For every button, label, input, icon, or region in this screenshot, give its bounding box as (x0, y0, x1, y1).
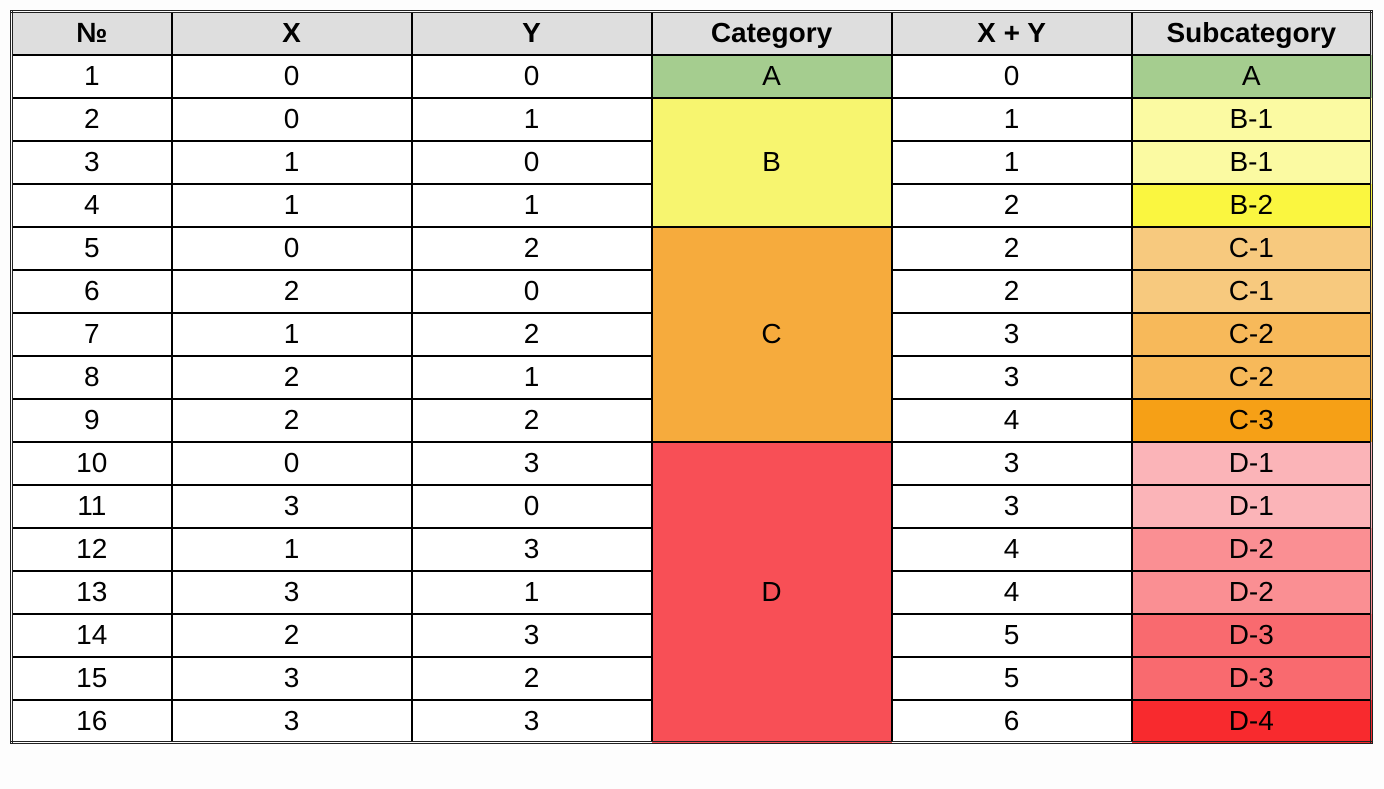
cell-num: 1 (12, 55, 172, 98)
col-x: X (172, 12, 412, 55)
table-header-row: № X Y Category X + Y Subcategory (12, 12, 1372, 55)
cell-subcategory: B-1 (1132, 141, 1372, 184)
table-row: 201B1B-1 (12, 98, 1372, 141)
cell-category: D (652, 442, 892, 743)
cell-x: 1 (172, 528, 412, 571)
cell-sum: 5 (892, 657, 1132, 700)
cell-num: 5 (12, 227, 172, 270)
cell-category: C (652, 227, 892, 442)
cell-sum: 1 (892, 98, 1132, 141)
table-row: 100A0A (12, 55, 1372, 98)
cell-sum: 3 (892, 313, 1132, 356)
cell-y: 1 (412, 184, 652, 227)
category-table: № X Y Category X + Y Subcategory 100A0A2… (10, 10, 1373, 744)
cell-x: 3 (172, 700, 412, 743)
cell-num: 14 (12, 614, 172, 657)
cell-y: 0 (412, 55, 652, 98)
table-row: 1003D3D-1 (12, 442, 1372, 485)
cell-y: 3 (412, 700, 652, 743)
cell-subcategory: D-3 (1132, 657, 1372, 700)
cell-y: 0 (412, 485, 652, 528)
cell-sum: 4 (892, 399, 1132, 442)
cell-num: 11 (12, 485, 172, 528)
cell-x: 0 (172, 98, 412, 141)
cell-subcategory: B-1 (1132, 98, 1372, 141)
cell-x: 3 (172, 657, 412, 700)
cell-subcategory: D-3 (1132, 614, 1372, 657)
cell-subcategory: D-1 (1132, 485, 1372, 528)
cell-num: 16 (12, 700, 172, 743)
cell-num: 6 (12, 270, 172, 313)
cell-x: 3 (172, 571, 412, 614)
cell-y: 1 (412, 98, 652, 141)
cell-num: 9 (12, 399, 172, 442)
cell-y: 0 (412, 270, 652, 313)
cell-x: 3 (172, 485, 412, 528)
cell-x: 0 (172, 55, 412, 98)
cell-x: 1 (172, 141, 412, 184)
col-num: № (12, 12, 172, 55)
cell-subcategory: C-2 (1132, 356, 1372, 399)
col-y: Y (412, 12, 652, 55)
cell-sum: 3 (892, 485, 1132, 528)
cell-subcategory: D-2 (1132, 528, 1372, 571)
cell-category: B (652, 98, 892, 227)
cell-y: 0 (412, 141, 652, 184)
table-body: 100A0A201B1B-13101B-14112B-2502C2C-16202… (12, 55, 1372, 743)
cell-subcategory: C-3 (1132, 399, 1372, 442)
cell-sum: 4 (892, 528, 1132, 571)
cell-sum: 4 (892, 571, 1132, 614)
col-sum: X + Y (892, 12, 1132, 55)
cell-sum: 3 (892, 356, 1132, 399)
cell-x: 0 (172, 227, 412, 270)
cell-x: 1 (172, 313, 412, 356)
cell-sum: 2 (892, 270, 1132, 313)
col-category: Category (652, 12, 892, 55)
cell-y: 2 (412, 313, 652, 356)
cell-y: 3 (412, 528, 652, 571)
cell-sum: 2 (892, 227, 1132, 270)
cell-y: 3 (412, 442, 652, 485)
cell-subcategory: D-1 (1132, 442, 1372, 485)
cell-num: 3 (12, 141, 172, 184)
cell-num: 13 (12, 571, 172, 614)
cell-y: 2 (412, 399, 652, 442)
table-row: 502C2C-1 (12, 227, 1372, 270)
cell-num: 2 (12, 98, 172, 141)
col-subcategory: Subcategory (1132, 12, 1372, 55)
cell-sum: 1 (892, 141, 1132, 184)
cell-num: 8 (12, 356, 172, 399)
cell-y: 2 (412, 227, 652, 270)
cell-num: 7 (12, 313, 172, 356)
cell-subcategory: D-4 (1132, 700, 1372, 743)
cell-x: 2 (172, 399, 412, 442)
cell-y: 1 (412, 571, 652, 614)
cell-subcategory: C-1 (1132, 227, 1372, 270)
cell-x: 0 (172, 442, 412, 485)
cell-sum: 3 (892, 442, 1132, 485)
cell-x: 2 (172, 614, 412, 657)
cell-num: 10 (12, 442, 172, 485)
cell-subcategory: D-2 (1132, 571, 1372, 614)
cell-x: 2 (172, 270, 412, 313)
cell-x: 1 (172, 184, 412, 227)
cell-x: 2 (172, 356, 412, 399)
cell-category: A (652, 55, 892, 98)
cell-sum: 0 (892, 55, 1132, 98)
cell-subcategory: A (1132, 55, 1372, 98)
cell-subcategory: C-1 (1132, 270, 1372, 313)
cell-sum: 5 (892, 614, 1132, 657)
cell-num: 15 (12, 657, 172, 700)
cell-num: 4 (12, 184, 172, 227)
cell-subcategory: B-2 (1132, 184, 1372, 227)
cell-y: 1 (412, 356, 652, 399)
cell-num: 12 (12, 528, 172, 571)
cell-sum: 2 (892, 184, 1132, 227)
cell-y: 3 (412, 614, 652, 657)
cell-sum: 6 (892, 700, 1132, 743)
cell-subcategory: C-2 (1132, 313, 1372, 356)
cell-y: 2 (412, 657, 652, 700)
